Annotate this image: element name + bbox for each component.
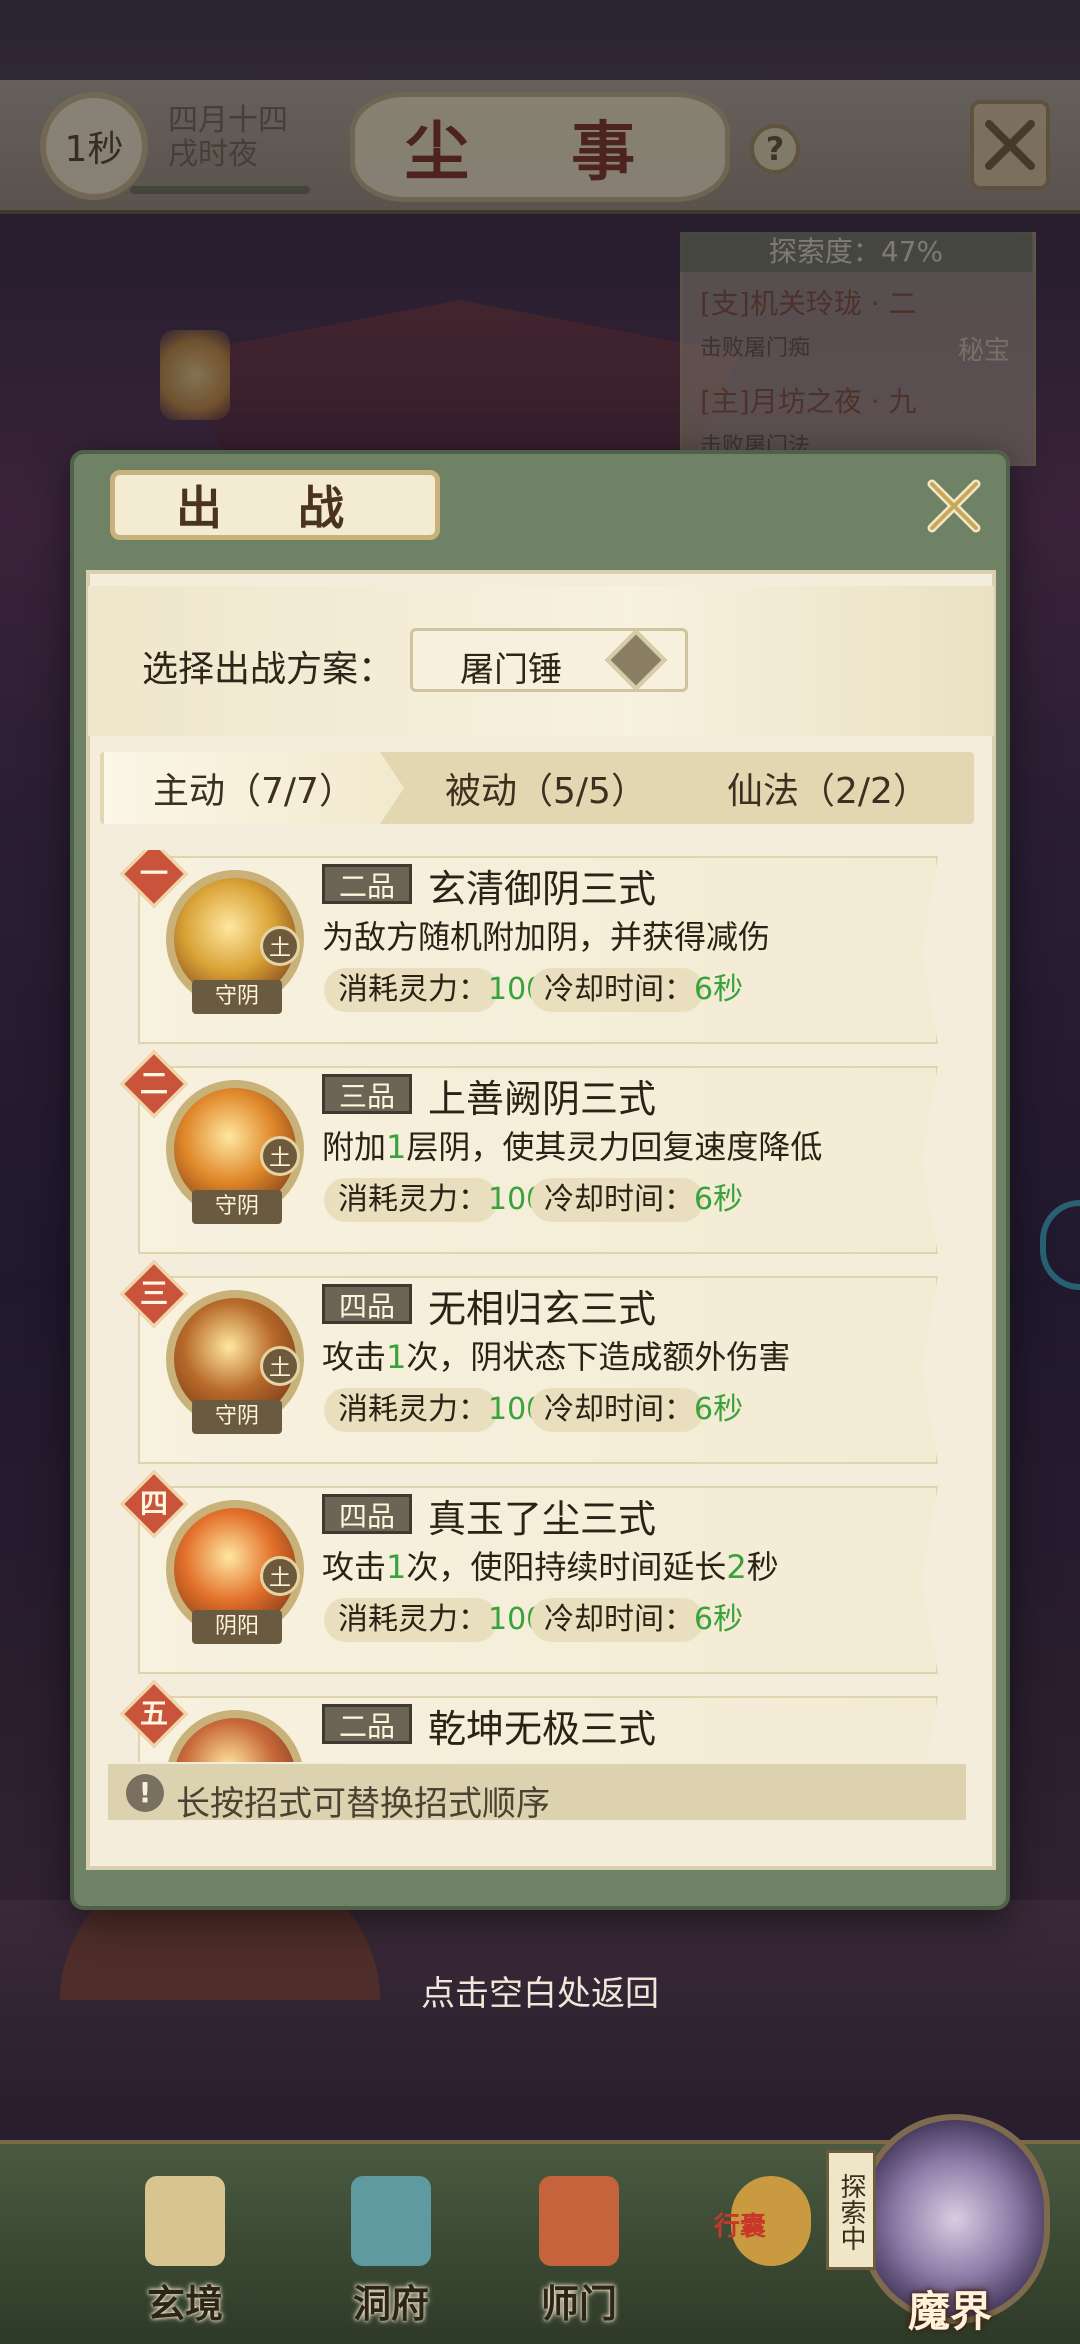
cooldown-value: 6秒 xyxy=(694,972,744,1007)
description-segment: 次，使阳持续时间延长 xyxy=(406,1548,727,1586)
tab-passive-skills[interactable]: 被动（5/5） xyxy=(404,752,688,824)
demon-realm-label: 魔界 xyxy=(907,2287,992,2336)
pavilion-icon xyxy=(351,2176,431,2266)
dialog-title: 出 战 xyxy=(110,470,440,540)
skill-type-tag: 守阴 xyxy=(192,980,282,1014)
mana-cost: 消耗灵力：100 xyxy=(324,1178,545,1222)
description-segment: 次，阴状态下造成额外伤害 xyxy=(406,1338,791,1376)
exclamation-icon: ! xyxy=(126,1774,164,1812)
cooldown-label: 冷却时间： xyxy=(544,1602,694,1637)
skill-rank-number: 一 xyxy=(139,857,168,890)
element-earth-badge: 土 xyxy=(260,1346,300,1386)
skill-rank-number: 三 xyxy=(139,1277,168,1310)
scheme-selected-value: 屠门锤 xyxy=(460,650,562,690)
mana-cost-label: 消耗灵力： xyxy=(338,1392,488,1427)
nav-item-dongfu[interactable]: 洞府 xyxy=(316,2166,466,2336)
skill-grade-tag: 三品 xyxy=(322,1074,412,1114)
element-earth-badge: 土 xyxy=(260,1556,300,1596)
skill-rank-number: 二 xyxy=(139,1067,168,1100)
skill-description: 附加1层阴，使其灵力回复速度降低 xyxy=(322,1122,822,1168)
element-earth-badge: 土 xyxy=(260,926,300,966)
cooldown: 冷却时间：6秒 xyxy=(530,968,743,1012)
cooldown-value: 6秒 xyxy=(694,1182,744,1217)
skill-description: 为敌方随机附加阴，并获得减伤 xyxy=(322,912,770,958)
cooldown-label: 冷却时间： xyxy=(544,972,694,1007)
description-segment: 2 xyxy=(726,1548,747,1586)
skill-description: 攻击1次，使阳持续时间延长2秒 xyxy=(322,1542,779,1588)
description-segment: 1 xyxy=(386,1338,407,1376)
skill-type-tag: 守阴 xyxy=(192,1190,282,1224)
skill-rank-number: 五 xyxy=(139,1697,168,1730)
mana-cost: 消耗灵力：100 xyxy=(324,968,545,1012)
cooldown-value: 6秒 xyxy=(694,1602,744,1637)
skill-name: 玄清御阴三式 xyxy=(428,867,657,911)
nav-item-bag[interactable] xyxy=(696,2166,846,2336)
skill-name: 真玉了尘三式 xyxy=(428,1497,657,1541)
nav-label: 师门 xyxy=(540,2281,617,2326)
element-earth-badge: 土 xyxy=(260,1136,300,1176)
skill-grade-tag: 二品 xyxy=(322,1704,412,1744)
close-icon xyxy=(927,479,981,533)
hint-text: 长按招式可替换招式顺序 xyxy=(176,1784,550,1824)
scheme-label: 选择出战方案： xyxy=(142,649,395,690)
skill-grade-tag: 二品 xyxy=(322,864,412,904)
sect-banner-icon xyxy=(539,2176,619,2266)
dialog-close-button[interactable] xyxy=(922,474,986,538)
skill-grade-tag: 四品 xyxy=(322,1494,412,1534)
nav-label: 洞府 xyxy=(352,2281,429,2326)
skill-rank-number: 四 xyxy=(139,1487,168,1520)
cooldown-label: 冷却时间： xyxy=(544,1182,694,1217)
description-segment: 附加 xyxy=(322,1128,387,1166)
description-segment: 层阴，使其灵力回复速度降低 xyxy=(406,1128,823,1166)
skill-description: 攻击1次，阴状态下造成额外伤害 xyxy=(322,1332,790,1378)
description-segment: 秒 xyxy=(746,1548,779,1586)
skill-type-tag: 守阴 xyxy=(192,1400,282,1434)
mana-cost-label: 消耗灵力： xyxy=(338,972,488,1007)
mana-cost: 消耗灵力：100 xyxy=(324,1598,545,1642)
bag-label: 行囊 xyxy=(714,2212,767,2242)
tab-active-skills[interactable]: 主动（7/7） xyxy=(104,752,404,824)
cooldown-label: 冷却时间： xyxy=(544,1392,694,1427)
description-segment: 1 xyxy=(386,1128,407,1166)
skill-name: 上善阙阴三式 xyxy=(428,1077,657,1121)
description-segment: 为敌方随机附加阴，并获得减伤 xyxy=(322,918,771,956)
description-segment: 1 xyxy=(386,1548,407,1586)
description-segment: 攻击 xyxy=(322,1548,387,1586)
skill-name: 无相归玄三式 xyxy=(428,1287,657,1331)
description-segment: 攻击 xyxy=(322,1338,387,1376)
nav-label: 玄境 xyxy=(146,2281,223,2326)
skill-type-tag: 阴阳 xyxy=(192,1610,282,1644)
nav-item-shimen[interactable]: 师门 xyxy=(504,2166,654,2336)
nav-item-xuanjing[interactable]: 玄境 xyxy=(110,2166,260,2336)
mana-cost-label: 消耗灵力： xyxy=(338,1602,488,1637)
skill-grade-tag: 四品 xyxy=(322,1284,412,1324)
tap-blank-to-return[interactable]: 点击空白处返回 xyxy=(0,1966,1080,2015)
cooldown: 冷却时间：6秒 xyxy=(530,1598,743,1642)
cooldown-value: 6秒 xyxy=(694,1392,744,1427)
cooldown: 冷却时间：6秒 xyxy=(530,1388,743,1432)
cooldown: 冷却时间：6秒 xyxy=(530,1178,743,1222)
mana-cost-label: 消耗灵力： xyxy=(338,1182,488,1217)
skill-name: 乾坤无极三式 xyxy=(428,1707,657,1751)
mana-cost: 消耗灵力：100 xyxy=(324,1388,545,1432)
scroll-icon xyxy=(145,2176,225,2266)
tab-immortal-arts[interactable]: 仙法（2/2） xyxy=(688,752,968,824)
exploring-badge: 探索中 xyxy=(826,2150,876,2270)
skill-list[interactable]: 一土守阴 二品 玄清御阴三式 为敌方随机附加阴，并获得减伤 消耗灵力：100 冷却时间：6… xyxy=(110,850,970,1762)
